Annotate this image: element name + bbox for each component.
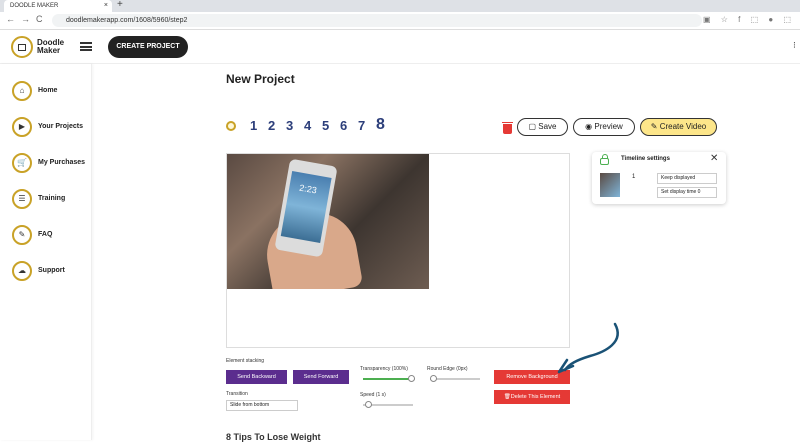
- speed-slider-thumb[interactable]: [365, 401, 373, 408]
- lock-icon[interactable]: [600, 154, 609, 165]
- keep-displayed-button[interactable]: Keep displayed: [657, 173, 717, 184]
- transition-select[interactable]: Slide from bottom: [226, 400, 298, 411]
- training-icon: ☰: [12, 189, 32, 209]
- url-input[interactable]: doodlemakerapp.com/1608/5960/step2: [52, 14, 702, 27]
- step-6[interactable]: 6: [340, 118, 347, 133]
- speed-slider[interactable]: [363, 401, 413, 408]
- hamburger-menu-icon[interactable]: [80, 42, 92, 51]
- speed-label: Speed (1 s): [360, 392, 386, 398]
- phone-in-hand-image[interactable]: 2:23: [227, 154, 429, 289]
- round-edge-slider-thumb[interactable]: [430, 375, 437, 382]
- sidebar-item-your-projects[interactable]: ▶ Your Projects: [10, 117, 90, 139]
- editor-canvas[interactable]: 2:23: [226, 153, 570, 348]
- save-button[interactable]: ▢ Save: [517, 118, 568, 136]
- faq-icon: ✎: [12, 225, 32, 245]
- sidebar-item-support[interactable]: ☁ Support: [10, 261, 90, 283]
- forward-icon[interactable]: →: [21, 14, 30, 24]
- cart-icon: 🛒: [12, 153, 32, 173]
- sidebar-item-label: Your Projects: [38, 123, 83, 130]
- sidebar-item-home[interactable]: ⌂ Home: [10, 81, 90, 103]
- sidebar-item-label: Training: [38, 195, 66, 202]
- step-7[interactable]: 7: [358, 118, 365, 133]
- address-bar-row: ← → C doodlemakerapp.com/1608/5960/step2…: [0, 12, 800, 30]
- browser-tab[interactable]: DOODLE MAKER ×: [4, 0, 112, 12]
- round-edge-label: Round Edge (0px): [427, 366, 468, 372]
- round-edge-slider[interactable]: [430, 375, 480, 382]
- sidebar: ⌂ Home ▶ Your Projects 🛒 My Purchases ☰ …: [0, 64, 92, 440]
- logo-text: Doodle Maker: [37, 38, 65, 55]
- timeline-thumbnail[interactable]: [600, 173, 620, 197]
- support-icon: ☁: [12, 261, 32, 281]
- transparency-slider[interactable]: [363, 375, 415, 382]
- set-display-time-button[interactable]: Set display time 0: [657, 187, 717, 198]
- settings-step-icon[interactable]: [226, 121, 236, 131]
- next-scene-heading: 8 Tips To Lose Weight: [226, 432, 321, 442]
- trash-icon[interactable]: [502, 122, 513, 134]
- close-tab-icon[interactable]: ×: [104, 0, 108, 12]
- create-video-button[interactable]: ✎ Create Video: [640, 118, 717, 136]
- send-backward-button[interactable]: Send Backward: [226, 370, 287, 384]
- sidebar-item-label: Home: [38, 87, 58, 94]
- step-8[interactable]: 8: [376, 116, 385, 134]
- timeline-title: Timeline settings: [621, 156, 670, 162]
- new-tab-icon[interactable]: +: [117, 0, 123, 10]
- preview-button[interactable]: ◉ Preview: [573, 118, 635, 136]
- step-4[interactable]: 4: [304, 118, 311, 133]
- doodle-maker-logo-icon[interactable]: [11, 36, 33, 58]
- home-icon: ⌂: [12, 81, 32, 101]
- app-header: Doodle Maker CREATE PROJECT ⁝: [0, 30, 800, 64]
- step-1[interactable]: 1: [250, 118, 257, 133]
- close-icon[interactable]: ✕: [710, 153, 718, 164]
- timeline-item-number: 1: [632, 174, 636, 180]
- reload-icon[interactable]: C: [36, 14, 43, 24]
- create-project-button[interactable]: CREATE PROJECT: [108, 36, 188, 58]
- element-stacking-label: Element stacking: [226, 358, 265, 364]
- more-icon[interactable]: ⁝: [793, 40, 796, 51]
- transparency-label: Transparency (100%): [360, 366, 408, 372]
- timeline-settings-panel: Timeline settings ✕ 1 Keep displayed Set…: [592, 152, 726, 204]
- step-5[interactable]: 5: [322, 118, 329, 133]
- annotation-arrow-icon: [557, 322, 619, 374]
- projects-icon: ▶: [12, 117, 32, 137]
- tab-title: DOODLE MAKER: [10, 3, 59, 9]
- send-forward-button[interactable]: Send Forward: [293, 370, 349, 384]
- step-2[interactable]: 2: [268, 118, 275, 133]
- phone-time: 2:23: [298, 182, 318, 196]
- sidebar-item-my-purchases[interactable]: 🛒 My Purchases: [10, 153, 90, 175]
- sidebar-item-faq[interactable]: ✎ FAQ: [10, 225, 90, 247]
- back-icon[interactable]: ←: [6, 14, 15, 24]
- sidebar-item-label: Support: [38, 267, 65, 274]
- sidebar-item-label: FAQ: [38, 231, 53, 238]
- page-title: New Project: [226, 72, 295, 86]
- transparency-slider-thumb[interactable]: [408, 375, 415, 382]
- transparency-fill: [363, 378, 411, 380]
- delete-element-button[interactable]: 🗑Delete This Element: [494, 390, 570, 404]
- sidebar-item-label: My Purchases: [38, 159, 86, 166]
- sidebar-item-training[interactable]: ☰ Training: [10, 189, 90, 211]
- step-3[interactable]: 3: [286, 118, 293, 133]
- extension-icons[interactable]: ▣ ☆ f ⬚ ● ⬚: [703, 15, 795, 24]
- transition-label: Transition: [226, 391, 248, 397]
